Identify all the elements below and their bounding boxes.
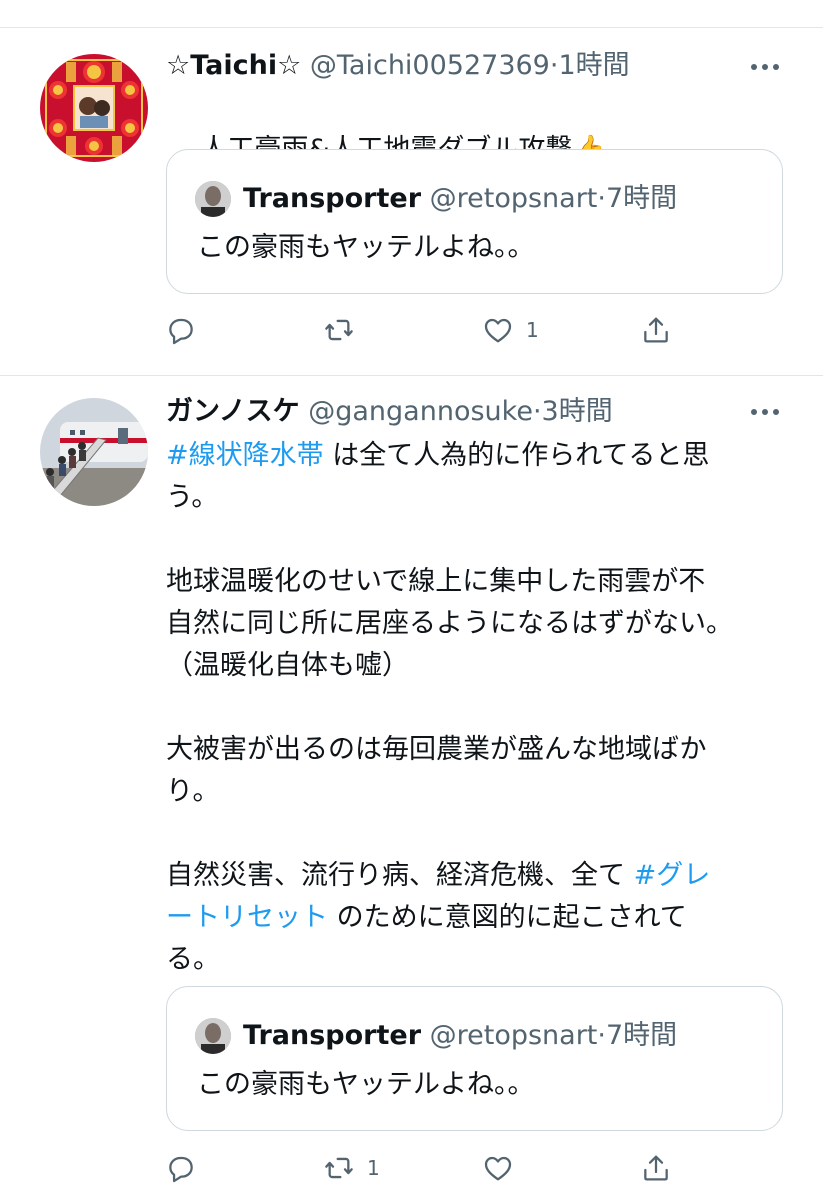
quote-text: この豪雨もヤッテルよね。。 xyxy=(197,232,535,263)
quote-header: Transporter @retopsnart·7時間 xyxy=(243,1018,677,1054)
avatar[interactable] xyxy=(40,398,148,506)
action-bar: 1 xyxy=(0,1148,823,1188)
man-portrait-icon xyxy=(195,1018,231,1054)
more-button[interactable] xyxy=(748,57,782,77)
quoted-tweet[interactable]: Transporter @retopsnart·7時間 この豪雨もヤッテルよね。… xyxy=(166,986,783,1131)
quote-timestamp: 7時間 xyxy=(605,1020,678,1051)
more-icon xyxy=(751,409,779,415)
text-line: り。 xyxy=(166,771,766,813)
separator: · xyxy=(597,1020,606,1051)
heart-icon xyxy=(484,318,512,343)
tweet-text: #線状降水帯 は全て人為的に作られてると思う。地球温暖化のせいで線上に集中した雨… xyxy=(166,435,766,981)
airplane-boarding-avatar-icon xyxy=(40,398,148,506)
quote-text: この豪雨もヤッテルよね。。 xyxy=(197,1069,535,1100)
text-line: 自然に同じ所に居座るようになるはずがない。 xyxy=(166,603,766,645)
quote-handle: @retopsnart xyxy=(429,1020,598,1051)
quote-avatar xyxy=(195,181,231,217)
tweet-2[interactable]: ガンノスケ @gangannosuke·3時間 #線状降水帯 は全て人為的に作ら… xyxy=(0,376,823,1200)
quoted-tweet[interactable]: Transporter @retopsnart·7時間 この豪雨もヤッテルよね。… xyxy=(166,149,783,294)
text-segment: る。 xyxy=(166,944,220,975)
text-line: 地球温暖化のせいで線上に集中した雨雲が不 xyxy=(166,561,766,603)
more-button[interactable] xyxy=(748,402,782,422)
avatar[interactable] xyxy=(40,54,148,162)
text-line: ートリセット のために意図的に起こされて xyxy=(166,897,766,939)
quote-avatar xyxy=(195,1018,231,1054)
share-icon xyxy=(644,317,668,343)
heart-icon xyxy=(484,1156,512,1181)
display-name[interactable]: ☆Taichi☆ xyxy=(166,50,301,81)
text-line: #線状降水帯 は全て人為的に作られてると思 xyxy=(166,435,766,477)
more-icon xyxy=(751,64,779,70)
share-button[interactable] xyxy=(640,310,672,350)
man-portrait-icon xyxy=(195,181,231,217)
retweet-button[interactable]: 1 xyxy=(323,1148,380,1188)
reply-icon xyxy=(169,318,193,345)
separator: · xyxy=(597,183,606,214)
text-line: （温暖化自体も嘘） xyxy=(166,645,766,687)
quote-timestamp: 7時間 xyxy=(605,183,678,214)
hashtag-link[interactable]: ートリセット xyxy=(166,902,328,933)
quote-header: Transporter @retopsnart·7時間 xyxy=(243,181,677,217)
text-segment: り。 xyxy=(166,776,220,807)
text-segment: のために意図的に起こされて xyxy=(328,902,687,933)
action-bar: 1 xyxy=(0,310,823,350)
retweet-count: 1 xyxy=(367,1156,380,1180)
text-line: う。 xyxy=(166,477,766,519)
hashtag-link[interactable]: #グレ xyxy=(634,860,711,891)
text-segment: 自然に同じ所に居座るようになるはずがない。 xyxy=(166,608,733,639)
like-count: 1 xyxy=(526,318,539,342)
text-line xyxy=(166,519,766,561)
tweet-header: ☆Taichi☆ @Taichi00527369·1時間 xyxy=(166,49,630,83)
reply-icon xyxy=(169,1156,193,1183)
timestamp[interactable]: 3時間 xyxy=(542,396,613,427)
reply-button[interactable] xyxy=(165,1148,209,1188)
quote-display-name: Transporter xyxy=(243,183,422,214)
like-button[interactable]: 1 xyxy=(482,310,539,350)
tweet-1[interactable]: ☆Taichi☆ @Taichi00527369·1時間 人工豪雨&人工地震ダブ… xyxy=(0,0,823,375)
quote-handle: @retopsnart xyxy=(429,183,598,214)
retweet-icon xyxy=(325,319,353,341)
text-segment: 大被害が出るのは毎回農業が盛んな地域ばか xyxy=(166,734,707,765)
text-line: 大被害が出るのは毎回農業が盛んな地域ばか xyxy=(166,729,766,771)
text-line xyxy=(166,687,766,729)
text-line: る。 xyxy=(166,939,766,981)
retweet-icon xyxy=(325,1157,353,1179)
text-segment: う。 xyxy=(166,482,219,513)
hashtag-link[interactable]: #線状降水帯 xyxy=(166,440,324,471)
retweet-button[interactable] xyxy=(323,310,367,350)
text-line: 自然災害、流行り病、経済危機、全て #グレ xyxy=(166,855,766,897)
text-segment: 地球温暖化のせいで線上に集中した雨雲が不 xyxy=(166,566,706,597)
text-segment: は全て人為的に作られてると思 xyxy=(323,440,710,471)
text-segment: （温暖化自体も嘘） xyxy=(166,650,409,681)
lucky-charm-avatar-icon xyxy=(40,54,148,162)
display-name[interactable]: ガンノスケ xyxy=(166,396,300,427)
user-handle[interactable]: @Taichi00527369 xyxy=(310,50,550,81)
share-button[interactable] xyxy=(640,1148,672,1188)
text-line xyxy=(166,813,766,855)
like-button[interactable] xyxy=(482,1148,526,1188)
reply-button[interactable] xyxy=(165,310,209,350)
tweet-header: ガンノスケ @gangannosuke·3時間 xyxy=(166,395,613,429)
text-segment: 自然災害、流行り病、経済危機、全て xyxy=(166,860,634,891)
user-handle[interactable]: @gangannosuke xyxy=(308,396,533,427)
quote-display-name: Transporter xyxy=(243,1020,422,1051)
separator: · xyxy=(532,396,542,427)
timestamp[interactable]: 1時間 xyxy=(558,50,629,81)
share-icon xyxy=(644,1155,668,1181)
